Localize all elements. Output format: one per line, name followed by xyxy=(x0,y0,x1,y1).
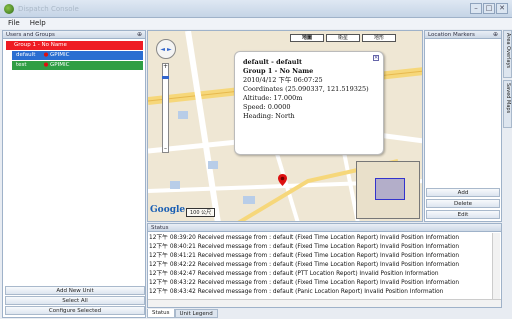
popup-group: Group 1 - No Name xyxy=(243,67,314,75)
add-new-unit-button[interactable]: Add New Unit xyxy=(5,286,145,295)
zoom-out-icon[interactable]: – xyxy=(163,146,168,152)
log-line: 12下午 08:39:20 Received message from : de… xyxy=(149,235,460,241)
unit-marker-icon[interactable] xyxy=(278,174,287,186)
popup-coordinates: Coordinates (25.090337, 121.519325) xyxy=(243,85,369,93)
title-bar: Dispatch Console – □ ✕ xyxy=(0,0,512,18)
location-pin-icon: ● xyxy=(43,62,49,68)
window-title: Dispatch Console xyxy=(18,5,79,13)
popup-title: default - default xyxy=(243,58,302,66)
map-type-switch: 地圖 衛星 地形 xyxy=(290,34,396,42)
unit-row-default[interactable]: default ● GPIMIC xyxy=(12,51,143,60)
horizontal-scrollbar[interactable] xyxy=(148,299,501,307)
popup-altitude: Altitude: 17.000m xyxy=(243,94,303,102)
log-line: 12下午 08:42:22 Received message from : de… xyxy=(149,262,460,268)
menu-bar: File Help xyxy=(0,18,512,29)
log-line: 12下午 08:40:21 Received message from : de… xyxy=(149,244,460,250)
tab-status[interactable]: Status xyxy=(147,309,175,318)
location-markers-panel: Location Markers ⊕ Add Delete Edit xyxy=(424,30,502,222)
popup-heading: Heading: North xyxy=(243,112,295,120)
tab-area-overlays[interactable]: Area Overlays xyxy=(503,30,512,78)
group-row[interactable]: Group 1 - No Name xyxy=(6,41,143,50)
select-all-button[interactable]: Select All xyxy=(5,296,145,305)
pan-control-icon[interactable]: ◄ ► xyxy=(156,39,176,59)
menu-help[interactable]: Help xyxy=(30,18,46,29)
bottom-tabs: Status Unit Legend xyxy=(147,309,218,318)
log-line: 12下午 08:43:22 Received message from : de… xyxy=(149,280,460,286)
location-pin-icon: ● xyxy=(43,52,49,58)
add-marker-button[interactable]: Add xyxy=(426,188,500,197)
panel-header: Location Markers ⊕ xyxy=(425,31,501,39)
map-type-map[interactable]: 地圖 xyxy=(290,34,324,42)
unit-info-popup: ✕ default - default Group 1 - No Name 20… xyxy=(234,51,384,155)
unit-row-test[interactable]: test ● GPIMIC xyxy=(12,61,143,70)
log-line: 12下午 08:42:47 Received message from : de… xyxy=(149,271,439,277)
zoom-thumb[interactable] xyxy=(162,76,169,79)
overview-map[interactable] xyxy=(356,161,420,219)
map-view[interactable]: 地圖 衛星 地形 ◄ ► + – ✕ default - default Gro… xyxy=(147,30,423,222)
map-type-terrain[interactable]: 地形 xyxy=(362,34,396,42)
pin-icon[interactable]: ⊕ xyxy=(137,31,142,39)
close-button[interactable]: ✕ xyxy=(496,3,508,14)
maximize-button[interactable]: □ xyxy=(483,3,495,14)
minimize-button[interactable]: – xyxy=(470,3,482,14)
zoom-in-icon[interactable]: + xyxy=(163,64,168,70)
pin-icon[interactable]: ⊕ xyxy=(493,31,498,39)
panel-header: Status xyxy=(148,224,501,232)
side-tabs: Area Overlays Saved Maps xyxy=(503,30,512,140)
configure-selected-button[interactable]: Configure Selected xyxy=(5,306,145,315)
status-panel: Status 12下午 08:39:20 Received message fr… xyxy=(147,223,502,308)
popup-close-icon[interactable]: ✕ xyxy=(373,55,379,61)
log-line: 12下午 08:43:42 Received message from : de… xyxy=(149,289,444,295)
vertical-scrollbar[interactable] xyxy=(492,233,500,299)
popup-speed: Speed: 0.0000 xyxy=(243,103,291,111)
panel-header: Users and Groups ⊕ xyxy=(3,31,145,39)
users-groups-panel: Users and Groups ⊕ Group 1 - No Name def… xyxy=(2,30,146,318)
zoom-slider[interactable]: + – xyxy=(162,63,169,153)
map-type-satellite[interactable]: 衛星 xyxy=(326,34,360,42)
tab-saved-maps[interactable]: Saved Maps xyxy=(503,80,512,128)
edit-marker-button[interactable]: Edit xyxy=(426,210,500,219)
google-logo: Google xyxy=(150,205,186,215)
window-controls: – □ ✕ xyxy=(470,3,508,14)
map-scale: 100 公尺 xyxy=(186,208,216,217)
popup-datetime: 2010/4/12 下午 06:07:25 xyxy=(243,76,323,84)
tab-unit-legend[interactable]: Unit Legend xyxy=(174,309,218,318)
delete-marker-button[interactable]: Delete xyxy=(426,199,500,208)
overview-viewport[interactable] xyxy=(375,178,405,200)
app-icon xyxy=(4,4,14,14)
log-line: 12下午 08:41:21 Received message from : de… xyxy=(149,253,460,259)
menu-file[interactable]: File xyxy=(8,18,20,29)
